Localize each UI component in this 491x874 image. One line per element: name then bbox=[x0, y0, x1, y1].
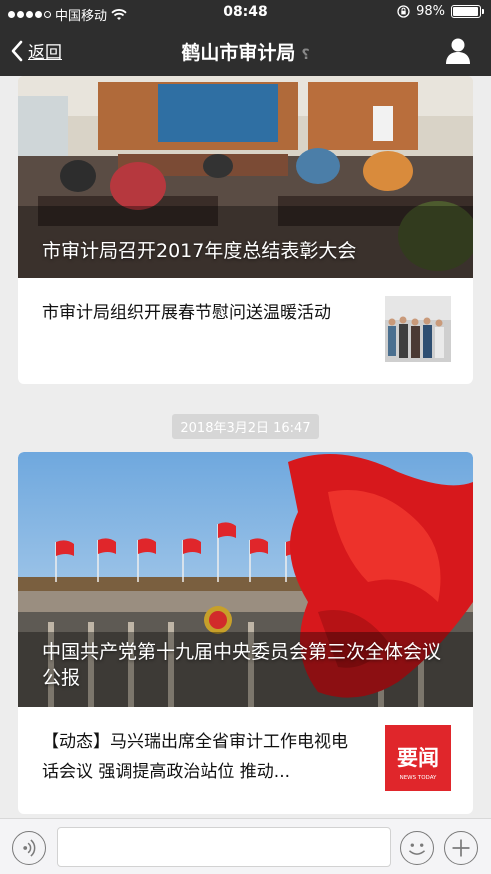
article-hero[interactable]: 中国共产党第十九届中央委员会第三次全体会议公报 bbox=[18, 452, 473, 707]
article-hero[interactable]: 市审计局召开2017年度总结表彰大会 bbox=[18, 76, 473, 278]
timestamp-label: 2018年3月2日 16:47 bbox=[172, 414, 319, 439]
nav-bar: 返回 鹤山市审计局 ⸮ bbox=[0, 26, 491, 76]
orientation-lock-icon bbox=[397, 5, 410, 18]
news-today-logo: 要闻 NEWS TODAY bbox=[385, 725, 451, 791]
account-name: 鹤山市审计局 bbox=[181, 42, 296, 64]
group-photo bbox=[385, 296, 451, 362]
message-timestamp: 2018年3月2日 16:47 bbox=[0, 414, 491, 439]
svg-text:NEWS TODAY: NEWS TODAY bbox=[400, 775, 437, 781]
battery-percent: 98% bbox=[416, 4, 445, 19]
article-card: 市审计局召开2017年度总结表彰大会 市审计局组织开展春节慰问送温暖活动 bbox=[18, 76, 473, 384]
plus-icon[interactable] bbox=[444, 831, 478, 865]
message-input[interactable] bbox=[57, 827, 391, 867]
article-list-item[interactable]: 市审计局组织开展春节慰问送温暖活动 bbox=[18, 278, 473, 384]
battery-group: 98% bbox=[397, 4, 484, 19]
battery-icon bbox=[451, 5, 484, 18]
article-thumbnail bbox=[385, 296, 451, 362]
input-bar bbox=[0, 818, 491, 874]
article-item-title: 【动态】马兴瑞出席全省审计工作电视电话会议 强调提高政治站位 推动... bbox=[42, 732, 348, 782]
page-title: 鹤山市审计局 ⸮ bbox=[0, 38, 491, 65]
article-card: 中国共产党第十九届中央委员会第三次全体会议公报 【动态】马兴瑞出席全省审计工作电… bbox=[18, 452, 473, 814]
article-item-title: 市审计局组织开展春节慰问送温暖活动 bbox=[42, 303, 331, 323]
article-hero-title: 市审计局召开2017年度总结表彰大会 bbox=[42, 240, 357, 262]
profile-icon[interactable] bbox=[443, 36, 473, 66]
ear-icon: ⸮ bbox=[301, 47, 310, 63]
emoji-icon[interactable] bbox=[400, 831, 434, 865]
article-list-item[interactable]: 【动态】马兴瑞出席全省审计工作电视电话会议 强调提高政治站位 推动... 要闻 … bbox=[18, 707, 473, 813]
news-thumbnail: 要闻 NEWS TODAY bbox=[385, 725, 451, 791]
status-bar: 中国移动 08:48 98% bbox=[0, 0, 491, 26]
message-list[interactable]: 市审计局召开2017年度总结表彰大会 市审计局组织开展春节慰问送温暖活动 201… bbox=[0, 76, 491, 818]
svg-text:要闻: 要闻 bbox=[397, 746, 439, 770]
article-hero-title: 中国共产党第十九届中央委员会第三次全体会议公报 bbox=[42, 641, 442, 689]
voice-input-icon[interactable] bbox=[12, 831, 46, 865]
